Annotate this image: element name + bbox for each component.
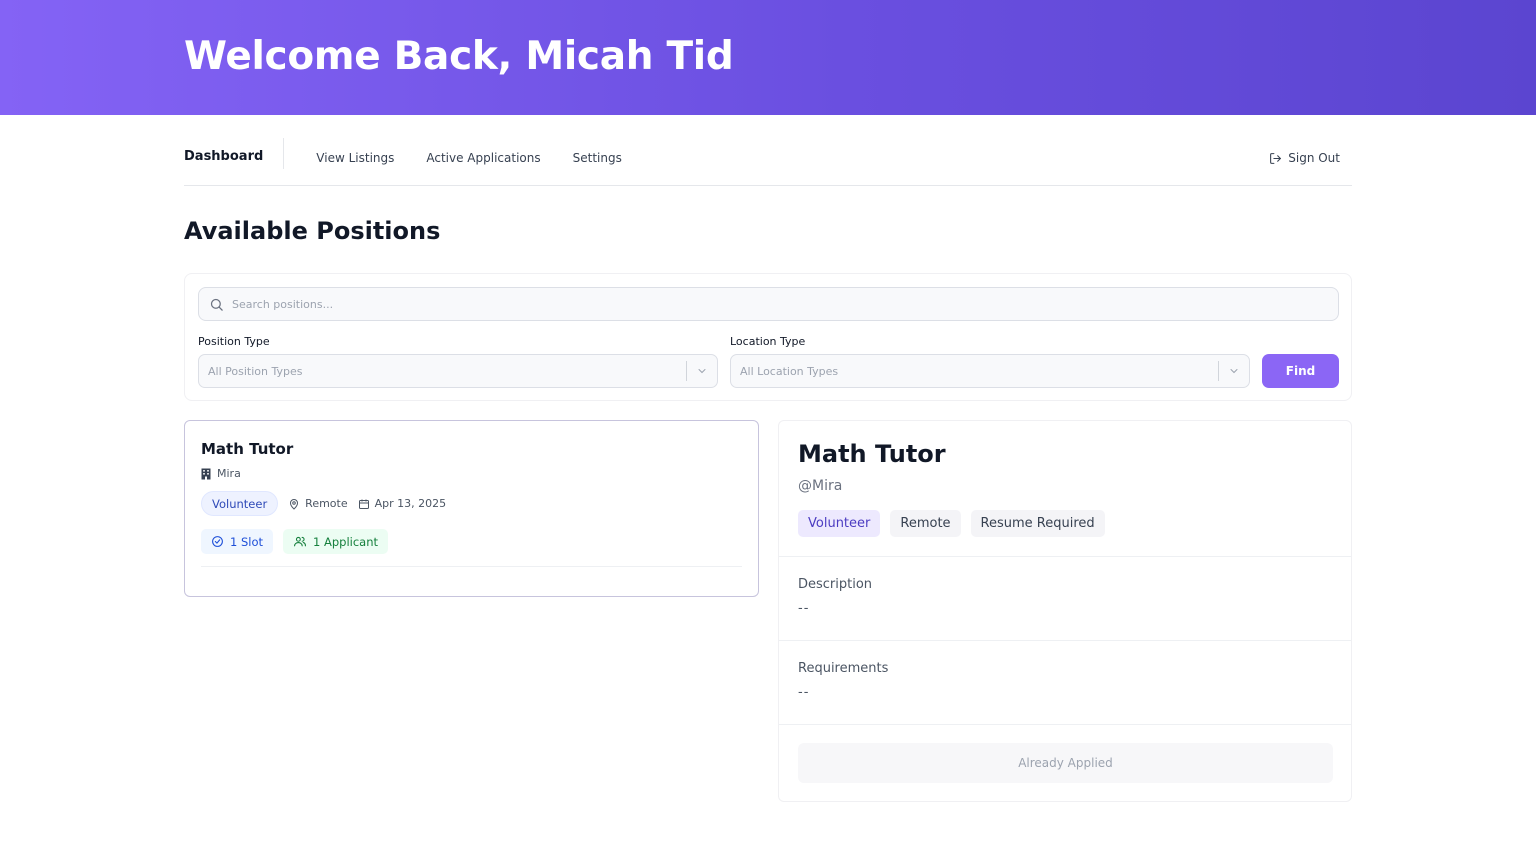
listing-org-name: Mira <box>217 467 241 480</box>
listing-meta: Volunteer Remote Apr 13, 2025 <box>201 491 446 516</box>
sign-out-label: Sign Out <box>1288 151 1340 165</box>
welcome-title: Welcome Back, Micah Tid <box>184 34 734 79</box>
calendar-icon <box>358 499 369 509</box>
applicants-text: 1 Applicant <box>313 534 379 549</box>
check-circle-icon <box>212 536 223 547</box>
filter-panel: Position Type All Position Types Locatio… <box>184 273 1352 401</box>
section-divider <box>779 724 1351 725</box>
page-title: Available Positions <box>184 217 441 245</box>
users-icon <box>294 536 306 547</box>
search-box[interactable] <box>198 287 1339 321</box>
nav-view-listings[interactable]: View Listings <box>316 138 394 165</box>
detail-tags: Volunteer Remote Resume Required <box>798 510 1105 537</box>
listing-title: Math Tutor <box>201 440 294 458</box>
tag-remote: Remote <box>890 510 961 537</box>
find-button[interactable]: Find <box>1262 354 1339 388</box>
requirements-section: Requirements -- <box>779 640 1351 724</box>
search-input[interactable] <box>232 297 1232 311</box>
search-icon <box>210 298 223 311</box>
nav-active-applications[interactable]: Active Applications <box>426 138 540 165</box>
tag-resume-required: Resume Required <box>970 510 1105 537</box>
welcome-banner: Welcome Back, Micah Tid <box>0 0 1536 115</box>
location-type-value: All Location Types <box>740 364 839 378</box>
listing-date: Apr 13, 2025 <box>358 497 447 510</box>
already-applied-button[interactable]: Already Applied <box>798 743 1333 783</box>
slots-badge: 1 Slot <box>201 529 274 554</box>
chevron-down-icon <box>687 365 717 377</box>
requirements-value: -- <box>798 685 810 700</box>
description-value: -- <box>798 601 810 616</box>
listing-card[interactable]: Math Tutor Mira Volunteer Remote Apr 13,… <box>184 420 759 597</box>
sign-out-button[interactable]: Sign Out <box>1269 138 1340 165</box>
nav-dashboard[interactable]: Dashboard <box>184 138 285 169</box>
building-icon <box>201 468 211 479</box>
listing-org: Mira <box>201 467 241 480</box>
card-divider <box>201 566 742 567</box>
slots-text: 1 Slot <box>230 534 264 549</box>
location-type-label: Location Type <box>730 335 806 348</box>
listing-location-text: Remote <box>305 497 348 510</box>
position-type-value: All Position Types <box>208 364 303 378</box>
listing-detail-panel: Math Tutor @Mira Volunteer Remote Resume… <box>778 420 1352 802</box>
requirements-label: Requirements <box>798 661 889 676</box>
listing-stats: 1 Slot 1 Applicant <box>201 529 389 554</box>
position-type-label: Position Type <box>198 335 270 348</box>
chevron-down-icon <box>1219 365 1249 377</box>
tag-volunteer: Volunteer <box>798 510 881 537</box>
map-pin-icon <box>290 498 299 510</box>
position-type-select[interactable]: All Position Types <box>198 354 718 388</box>
detail-handle: @Mira <box>798 478 843 494</box>
listing-date-text: Apr 13, 2025 <box>374 497 447 510</box>
sign-out-icon <box>1270 152 1282 164</box>
main-nav: Dashboard View Listings Active Applicati… <box>184 138 1352 186</box>
description-section: Description -- <box>779 556 1351 640</box>
description-label: Description <box>798 577 873 592</box>
detail-title: Math Tutor <box>798 440 946 468</box>
listing-type-badge: Volunteer <box>201 491 279 516</box>
listing-location: Remote <box>288 497 348 510</box>
nav-settings[interactable]: Settings <box>573 138 622 165</box>
applicants-badge: 1 Applicant <box>283 529 389 554</box>
location-type-select[interactable]: All Location Types <box>730 354 1250 388</box>
